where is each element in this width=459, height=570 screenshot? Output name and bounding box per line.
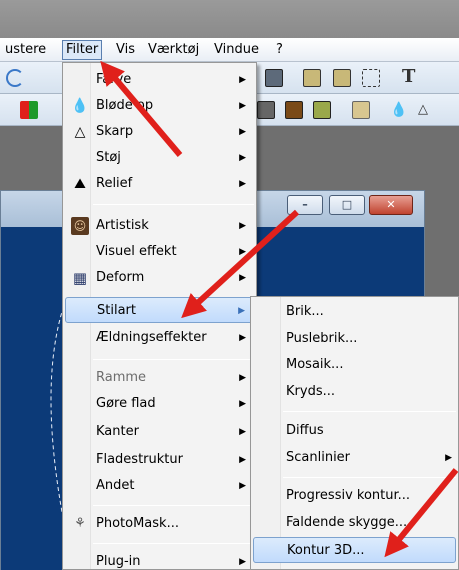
arrow-to-kontur-3d-icon bbox=[384, 468, 459, 558]
annotation-arrows bbox=[100, 60, 459, 558]
arrow-to-stilart-icon bbox=[181, 209, 300, 319]
arrow-to-filter-icon bbox=[100, 60, 183, 157]
